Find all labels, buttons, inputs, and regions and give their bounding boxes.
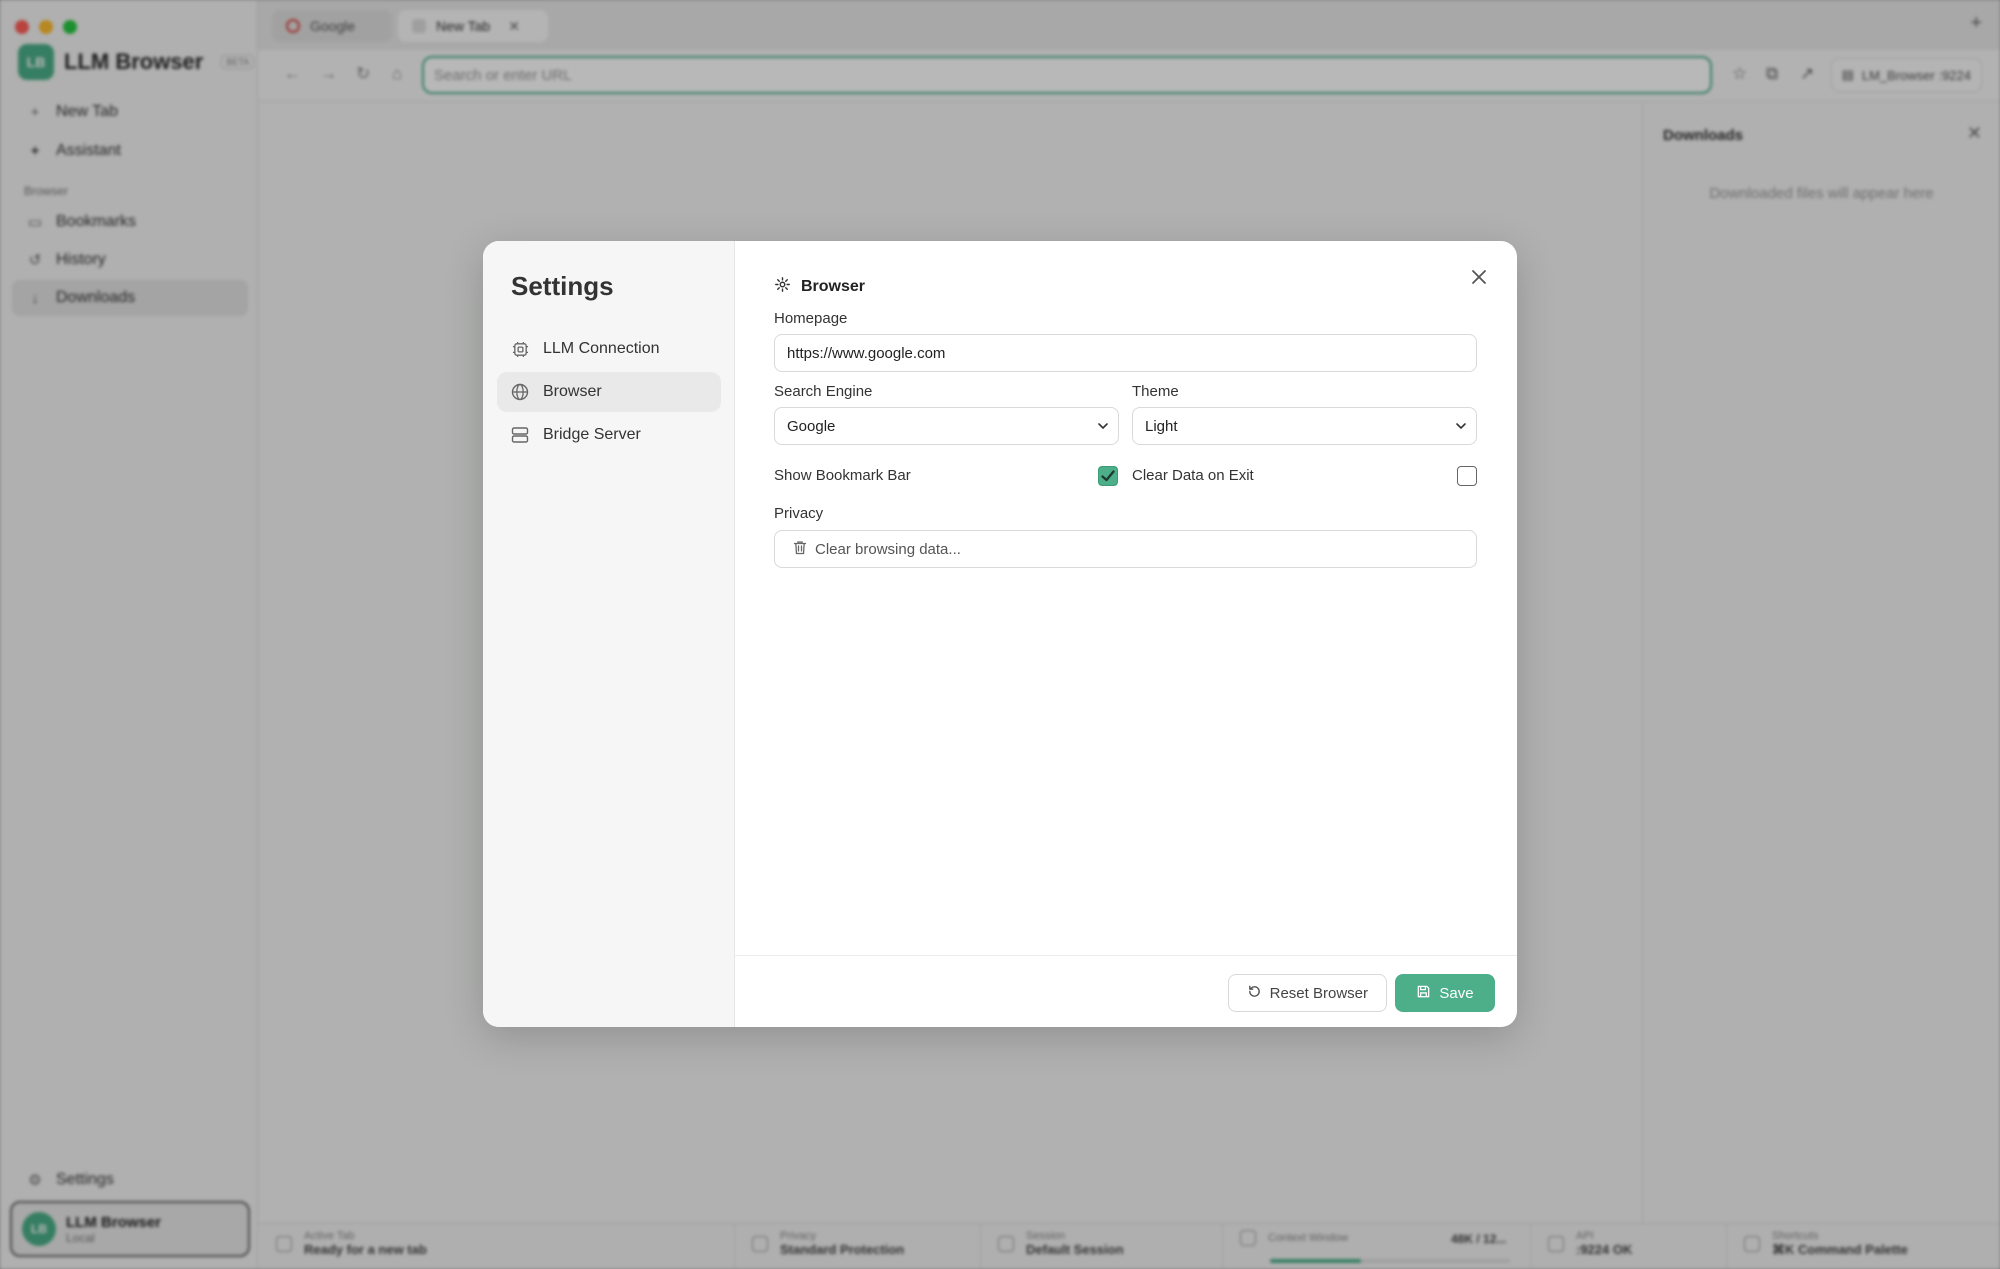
settings-footer: Reset Browser Save — [735, 955, 1517, 1027]
reset-browser-button[interactable]: Reset Browser — [1227, 974, 1387, 1012]
settings-modal: Settings LLM Connection Browser Bridge Ser… — [483, 241, 1517, 1027]
settings-title: Settings — [511, 271, 614, 301]
search-engine-label: Search Engine — [774, 383, 873, 400]
chevron-down-icon — [1096, 419, 1110, 437]
chip-icon — [511, 340, 529, 358]
section-header: Browser — [774, 276, 865, 298]
theme-label: Theme — [1132, 383, 1179, 400]
show-bookmark-bar-label: Show Bookmark Bar — [774, 467, 911, 484]
settings-nav-label: Bridge Server — [543, 426, 641, 443]
settings-nav-bridge-server[interactable]: Bridge Server — [497, 415, 721, 455]
settings-nav-llm-connection[interactable]: LLM Connection — [497, 329, 721, 369]
search-engine-value: Google — [787, 417, 836, 435]
clear-data-label: Clear Data on Exit — [1132, 467, 1254, 484]
close-icon[interactable] — [1467, 265, 1491, 289]
settings-nav-label: Browser — [543, 383, 602, 400]
server-icon — [511, 426, 529, 444]
show-bookmark-bar-checkbox[interactable] — [1098, 466, 1118, 486]
section-title: Browser — [801, 278, 866, 295]
theme-select[interactable]: Light — [1132, 407, 1477, 445]
save-icon — [1416, 984, 1431, 1003]
settings-nav-browser[interactable]: Browser — [497, 372, 721, 412]
clear-browsing-label: Clear browsing data... — [815, 540, 961, 558]
settings-sidebar: Settings LLM Connection Browser Bridge Ser… — [483, 241, 735, 1027]
gear-icon — [774, 276, 791, 298]
theme-value: Light — [1145, 417, 1178, 435]
homepage-label: Homepage — [774, 310, 848, 327]
reset-label: Reset Browser — [1269, 984, 1368, 1002]
clear-browsing-data-button[interactable]: Clear browsing data... — [774, 530, 1477, 568]
homepage-input[interactable]: https://www.google.com — [774, 334, 1477, 372]
save-button[interactable]: Save — [1395, 974, 1495, 1012]
globe-icon — [511, 383, 529, 401]
clear-data-checkbox[interactable] — [1457, 466, 1477, 486]
chevron-down-icon — [1454, 419, 1468, 437]
check-icon — [1101, 470, 1115, 482]
save-label: Save — [1439, 984, 1474, 1002]
trash-icon — [793, 540, 807, 559]
search-engine-select[interactable]: Google — [774, 407, 1119, 445]
settings-nav-label: LLM Connection — [543, 340, 660, 357]
privacy-label: Privacy — [774, 505, 824, 522]
reset-icon — [1247, 984, 1262, 1003]
